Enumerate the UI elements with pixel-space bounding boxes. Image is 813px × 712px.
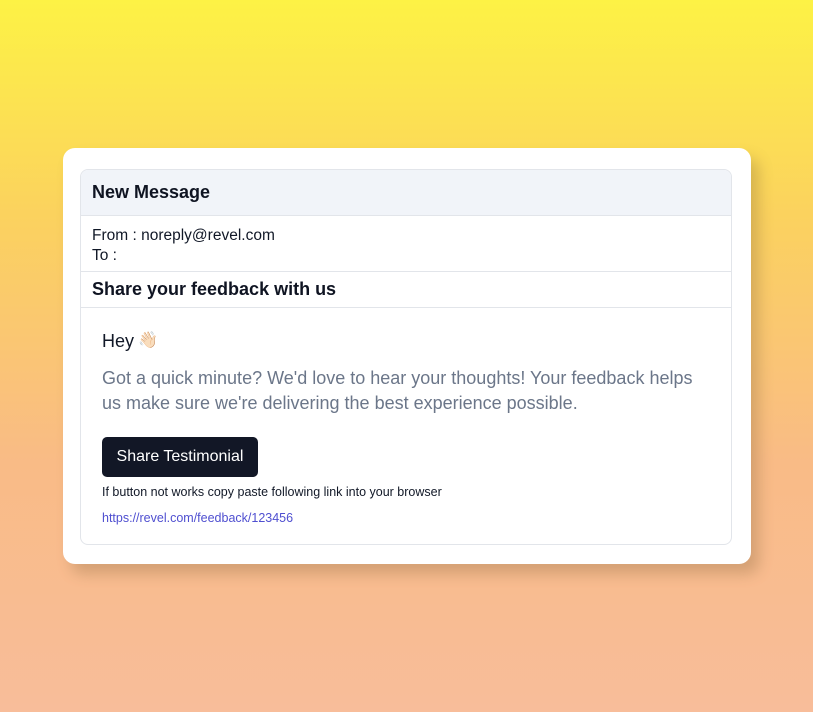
from-value: noreply@revel.com: [141, 227, 275, 244]
greeting: Hey 👋🏻: [102, 329, 710, 353]
email-window: New Message From : noreply@revel.com To …: [80, 169, 732, 545]
window-title: New Message: [92, 182, 211, 202]
greeting-text: Hey: [102, 330, 135, 351]
email-preview-card: New Message From : noreply@revel.com To …: [63, 148, 751, 564]
email-meta: From : noreply@revel.com To :: [81, 216, 731, 272]
fallback-hint-text: If button not works copy paste following…: [102, 485, 442, 499]
email-body-text: Got a quick minute? We'd love to hear yo…: [102, 368, 693, 413]
to-row: To :: [92, 246, 720, 266]
from-row: From : noreply@revel.com: [92, 226, 720, 246]
email-subject: Share your feedback with us: [81, 272, 731, 308]
email-body: Hey 👋🏻 Got a quick minute? We'd love to …: [81, 308, 731, 527]
email-window-header: New Message: [81, 170, 731, 216]
from-label: From :: [92, 227, 142, 244]
waving-hand-icon: 👋🏻: [138, 332, 158, 349]
to-label: To :: [92, 247, 117, 264]
feedback-link[interactable]: https://revel.com/feedback/123456: [102, 511, 293, 525]
share-testimonial-button[interactable]: Share Testimonial: [102, 437, 258, 477]
